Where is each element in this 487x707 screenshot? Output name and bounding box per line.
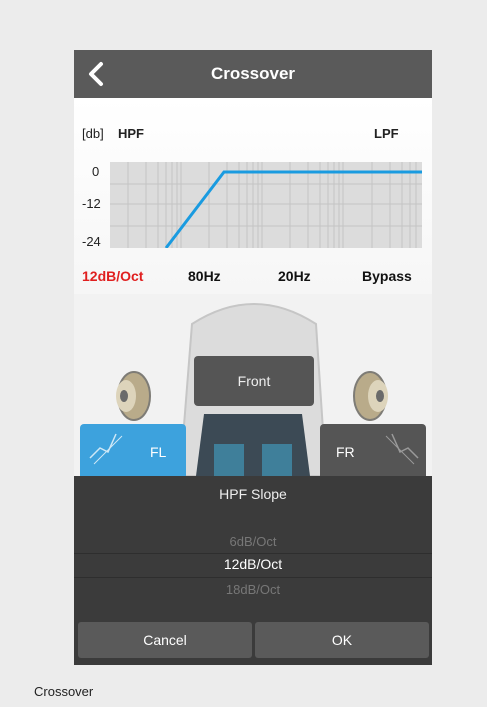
hpf-curve-line [164, 170, 422, 249]
response-curve-svg [110, 162, 422, 249]
fl-label: FL [150, 444, 167, 460]
front-button[interactable]: Front [194, 356, 314, 406]
picker-option-selected[interactable]: 12dB/Oct [74, 556, 432, 572]
crossover-graph-panel: [db] HPF LPF 0 -12 -24 12dB/Oct 80Hz 20H… [74, 98, 432, 294]
hpf-frequency-value[interactable]: 80Hz [188, 268, 221, 284]
picker-title: HPF Slope [219, 486, 287, 502]
response-curve-chart[interactable] [110, 162, 422, 249]
picker-divider [74, 577, 432, 578]
cancel-button[interactable]: Cancel [78, 622, 252, 658]
speaker-outline-icon [89, 433, 123, 465]
slope-value[interactable]: 12dB/Oct [82, 268, 143, 284]
speaker-outline-icon [385, 433, 419, 465]
picker-divider [74, 553, 432, 554]
hpf-label: HPF [118, 126, 144, 141]
fl-speaker-button[interactable]: FL [80, 424, 186, 476]
speaker-icon [116, 371, 151, 421]
picker-option[interactable]: 18dB/Oct [74, 582, 432, 597]
car-speaker-panel: Front FL FR [74, 294, 432, 476]
lpf-frequency-value[interactable]: 20Hz [278, 268, 311, 284]
picker-option[interactable]: 6dB/Oct [74, 534, 432, 549]
y-tick-12: -12 [82, 196, 101, 211]
fr-label: FR [336, 444, 355, 460]
fr-speaker-button[interactable]: FR [320, 424, 426, 476]
hpf-slope-picker-sheet: HPF Slope 6dB/Oct 12dB/Oct 18dB/Oct Canc… [74, 476, 432, 665]
y-tick-0: 0 [92, 164, 100, 179]
lpf-mode-value[interactable]: Bypass [362, 268, 412, 284]
ok-button[interactable]: OK [255, 622, 429, 658]
db-label: [db] [82, 126, 104, 141]
figure-caption: Crossover [34, 684, 94, 699]
title-bar: Crossover [74, 50, 432, 98]
lpf-label: LPF [374, 126, 399, 141]
speaker-icon [353, 371, 388, 421]
page-title: Crossover [210, 64, 296, 83]
y-tick-24: -24 [82, 234, 101, 249]
phone-screen: Crossover [db] HPF LPF 0 -12 -24 12dB/Oc… [74, 50, 432, 665]
